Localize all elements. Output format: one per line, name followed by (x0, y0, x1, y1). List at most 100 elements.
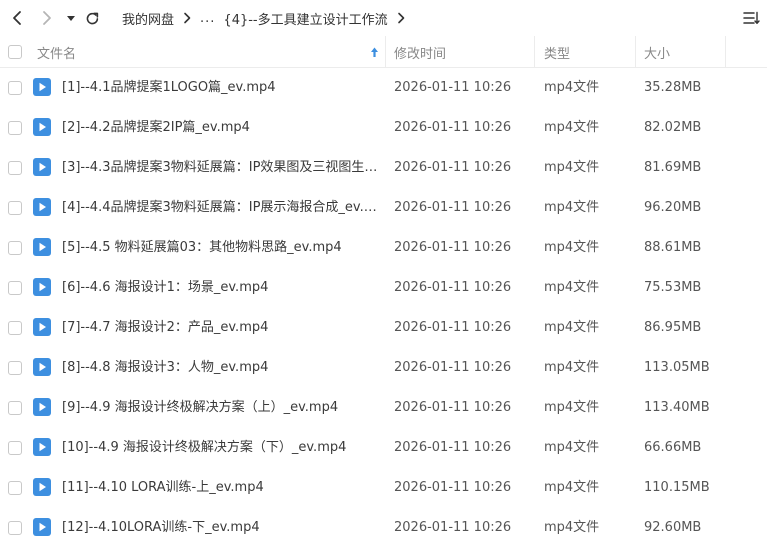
file-name[interactable]: [6]--4.6 海报设计1：场景_ev.mp4 (62, 268, 382, 308)
column-time-label: 修改时间 (394, 46, 447, 62)
breadcrumb-current[interactable]: {4}--多工具建立设计工作流 (223, 9, 387, 28)
file-row[interactable]: [1]--4.1品牌提案1LOGO篇_ev.mp4 2026-01-11 10:… (0, 68, 767, 108)
chevron-right-icon (43, 11, 51, 25)
file-modified-time: 2026-01-11 10:26 (394, 280, 512, 295)
caret-down-icon (67, 16, 75, 21)
forward-button[interactable] (36, 6, 58, 30)
file-name[interactable]: [10]--4.9 海报设计终极解决方案（下）_ev.mp4 (62, 428, 382, 468)
file-row[interactable]: [6]--4.6 海报设计1：场景_ev.mp4 2026-01-11 10:2… (0, 268, 767, 308)
file-name[interactable]: [2]--4.2品牌提案2IP篇_ev.mp4 (62, 108, 382, 148)
column-size-label: 大小 (644, 46, 671, 62)
row-checkbox[interactable] (8, 121, 22, 135)
file-row[interactable]: [10]--4.9 海报设计终极解决方案（下）_ev.mp4 2026-01-1… (0, 428, 767, 468)
column-header-size[interactable]: 大小 (644, 36, 670, 68)
video-file-icon (33, 118, 51, 136)
file-name[interactable]: [7]--4.7 海报设计2：产品_ev.mp4 (62, 308, 382, 348)
file-type: mp4文件 (544, 480, 600, 495)
file-name[interactable]: [5]--4.5 物料延展篇03：其他物料思路_ev.mp4 (62, 228, 382, 268)
row-checkbox[interactable] (8, 321, 22, 335)
file-size: 113.40MB (644, 400, 710, 415)
column-divider[interactable] (725, 36, 726, 68)
file-name[interactable]: [3]--4.3品牌提案3物料延展篇：IP效果图及三视图生成_e... (62, 148, 382, 188)
file-row[interactable]: [3]--4.3品牌提案3物料延展篇：IP效果图及三视图生成_e... 2026… (0, 148, 767, 188)
breadcrumb: 我的网盘 ... {4}--多工具建立设计工作流 (122, 0, 414, 36)
column-name-label: 文件名 (37, 46, 77, 62)
file-name[interactable]: [1]--4.1品牌提案1LOGO篇_ev.mp4 (62, 68, 382, 108)
file-size: 81.69MB (644, 160, 702, 175)
file-row[interactable]: [2]--4.2品牌提案2IP篇_ev.mp4 2026-01-11 10:26… (0, 108, 767, 148)
row-checkbox[interactable] (8, 441, 22, 455)
column-divider[interactable] (385, 36, 386, 68)
video-file-icon (33, 398, 51, 416)
file-type: mp4文件 (544, 320, 600, 335)
breadcrumb-separator-icon[interactable] (397, 12, 405, 24)
file-type: mp4文件 (544, 360, 600, 375)
row-checkbox[interactable] (8, 81, 22, 95)
file-type: mp4文件 (544, 400, 600, 415)
column-header-name[interactable]: 文件名 (37, 36, 385, 68)
file-size: 82.02MB (644, 120, 702, 135)
column-header-type[interactable]: 类型 (544, 36, 570, 68)
chevron-left-icon (13, 11, 21, 25)
file-size: 88.61MB (644, 240, 702, 255)
file-name[interactable]: [8]--4.8 海报设计3：人物_ev.mp4 (62, 348, 382, 388)
video-file-icon (33, 358, 51, 376)
file-size: 66.66MB (644, 440, 702, 455)
video-file-icon (33, 278, 51, 296)
file-list-header: 文件名 修改时间 类型 大小 (0, 36, 767, 68)
file-modified-time: 2026-01-11 10:26 (394, 320, 512, 335)
sort-options-button[interactable] (741, 8, 761, 28)
file-modified-time: 2026-01-11 10:26 (394, 400, 512, 415)
row-checkbox[interactable] (8, 401, 22, 415)
breadcrumb-separator-icon (183, 12, 191, 24)
file-name[interactable]: [11]--4.10 LORA训练-上_ev.mp4 (62, 468, 382, 508)
history-dropdown-button[interactable] (64, 6, 78, 30)
file-row[interactable]: [9]--4.9 海报设计终极解决方案（上）_ev.mp4 2026-01-11… (0, 388, 767, 428)
column-type-label: 类型 (544, 46, 571, 62)
breadcrumb-ellipsis[interactable]: ... (200, 11, 215, 26)
navigation-bar: 我的网盘 ... {4}--多工具建立设计工作流 (0, 0, 767, 36)
select-all-cell (8, 36, 22, 68)
file-name[interactable]: [4]--4.4品牌提案3物料延展篇：IP展示海报合成_ev.mp4 (62, 188, 382, 228)
file-type: mp4文件 (544, 80, 600, 95)
refresh-button[interactable] (82, 6, 102, 30)
select-all-checkbox[interactable] (8, 45, 22, 59)
file-row[interactable]: [8]--4.8 海报设计3：人物_ev.mp4 2026-01-11 10:2… (0, 348, 767, 388)
sort-list-icon (742, 11, 760, 24)
column-divider[interactable] (635, 36, 636, 68)
file-row[interactable]: [12]--4.10LORA训练-下_ev.mp4 2026-01-11 10:… (0, 508, 767, 548)
file-modified-time: 2026-01-11 10:26 (394, 480, 512, 495)
file-row[interactable]: [5]--4.5 物料延展篇03：其他物料思路_ev.mp4 2026-01-1… (0, 228, 767, 268)
file-modified-time: 2026-01-11 10:26 (394, 240, 512, 255)
row-checkbox[interactable] (8, 241, 22, 255)
column-divider[interactable] (534, 36, 535, 68)
row-checkbox[interactable] (8, 161, 22, 175)
file-name[interactable]: [9]--4.9 海报设计终极解决方案（上）_ev.mp4 (62, 388, 382, 428)
sort-ascending-icon (370, 46, 379, 62)
row-checkbox[interactable] (8, 281, 22, 295)
file-row[interactable]: [7]--4.7 海报设计2：产品_ev.mp4 2026-01-11 10:2… (0, 308, 767, 348)
video-file-icon (33, 238, 51, 256)
file-type: mp4文件 (544, 280, 600, 295)
file-modified-time: 2026-01-11 10:26 (394, 200, 512, 215)
back-button[interactable] (6, 6, 28, 30)
file-size: 113.05MB (644, 360, 710, 375)
video-file-icon (33, 158, 51, 176)
file-type: mp4文件 (544, 440, 600, 455)
row-checkbox[interactable] (8, 521, 22, 535)
row-checkbox[interactable] (8, 361, 22, 375)
file-type: mp4文件 (544, 200, 600, 215)
video-file-icon (33, 78, 51, 96)
column-header-time[interactable]: 修改时间 (394, 36, 446, 68)
file-row[interactable]: [4]--4.4品牌提案3物料延展篇：IP展示海报合成_ev.mp4 2026-… (0, 188, 767, 228)
row-checkbox[interactable] (8, 481, 22, 495)
file-row[interactable]: [11]--4.10 LORA训练-上_ev.mp4 2026-01-11 10… (0, 468, 767, 508)
file-size: 86.95MB (644, 320, 702, 335)
file-modified-time: 2026-01-11 10:26 (394, 80, 512, 95)
file-type: mp4文件 (544, 240, 600, 255)
file-name[interactable]: [12]--4.10LORA训练-下_ev.mp4 (62, 508, 382, 548)
file-size: 75.53MB (644, 280, 702, 295)
breadcrumb-root[interactable]: 我的网盘 (122, 9, 174, 28)
row-checkbox[interactable] (8, 201, 22, 215)
file-size: 110.15MB (644, 480, 710, 495)
